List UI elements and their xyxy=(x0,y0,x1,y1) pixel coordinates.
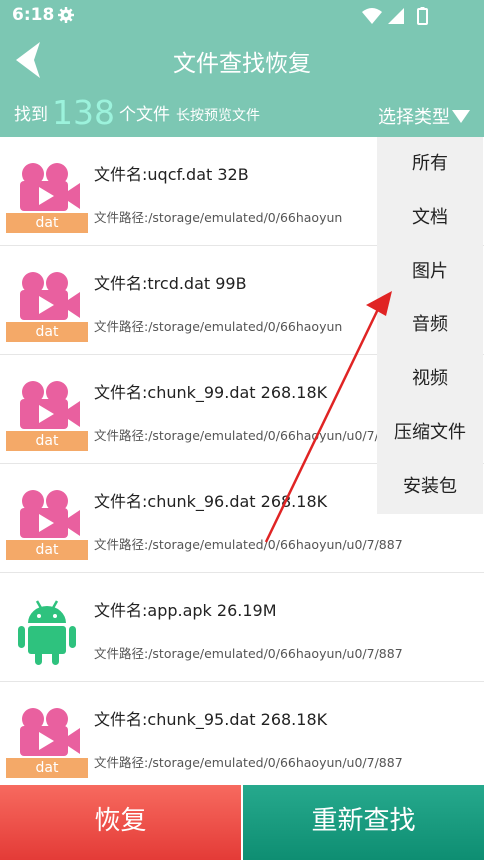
file-name: 文件名:chunk_95.dat 268.18K xyxy=(94,710,328,729)
bottom-action-bar: 恢复 重新查找 xyxy=(0,785,484,860)
menu-item-archives[interactable]: 压缩文件 xyxy=(377,406,483,460)
video-file-icon: dat xyxy=(6,486,88,560)
file-path: 文件路径:/storage/emulated/0/66haoyun/u0/7/8… xyxy=(94,755,403,770)
found-suffix: 个文件 xyxy=(119,105,170,125)
video-file-icon: dat xyxy=(6,704,88,778)
video-file-icon: dat xyxy=(6,268,88,342)
settings-status-icon xyxy=(58,7,74,23)
file-path: 文件路径:/storage/emulated/0/66haoyun xyxy=(94,210,343,225)
found-prefix: 找到 xyxy=(14,105,48,125)
file-type-tag: dat xyxy=(6,213,88,233)
file-path: 文件路径:/storage/emulated/0/66haoyun xyxy=(94,319,343,334)
file-name: 文件名:chunk_99.dat 268.18K xyxy=(94,383,328,402)
type-select-button[interactable]: 选择类型 xyxy=(378,103,470,129)
android-icon xyxy=(6,595,88,669)
preview-hint: 长按预览文件 xyxy=(176,108,260,124)
signal-icon xyxy=(388,8,404,24)
app-header: 6:18 文件查找恢复 找到 138 个文件 长按预览文件 选择类型 xyxy=(0,0,484,137)
file-path: 文件路径:/storage/emulated/0/66haoyun/u0/7/8… xyxy=(94,646,403,661)
file-type-tag: dat xyxy=(6,322,88,342)
dropdown-triangle-icon xyxy=(452,109,470,123)
menu-item-video[interactable]: 视频 xyxy=(377,352,483,406)
file-type-tag: dat xyxy=(6,431,88,451)
type-dropdown-menu: 所有 文档 图片 音频 视频 压缩文件 安装包 xyxy=(377,137,483,514)
menu-item-images[interactable]: 图片 xyxy=(377,245,483,299)
found-count: 138 xyxy=(52,93,115,132)
rescan-button[interactable]: 重新查找 xyxy=(243,785,484,860)
page-title: 文件查找恢复 xyxy=(173,51,311,77)
restore-button[interactable]: 恢复 xyxy=(0,785,241,860)
status-time: 6:18 xyxy=(12,5,55,25)
wifi-icon xyxy=(362,8,382,24)
file-name: 文件名:trcd.dat 99B xyxy=(94,274,247,293)
file-name: 文件名:app.apk 26.19M xyxy=(94,601,277,620)
menu-item-documents[interactable]: 文档 xyxy=(377,191,483,245)
battery-icon xyxy=(417,8,428,25)
menu-item-apk[interactable]: 安装包 xyxy=(377,460,483,514)
file-name: 文件名:chunk_96.dat 268.18K xyxy=(94,492,328,511)
file-name: 文件名:uqcf.dat 32B xyxy=(94,165,249,184)
video-file-icon: dat xyxy=(6,377,88,451)
found-summary: 找到 138 个文件 长按预览文件 xyxy=(14,93,260,132)
file-type-tag: dat xyxy=(6,540,88,560)
menu-item-audio[interactable]: 音频 xyxy=(377,298,483,352)
menu-item-all[interactable]: 所有 xyxy=(377,137,483,191)
video-file-icon: dat xyxy=(6,159,88,233)
file-path: 文件路径:/storage/emulated/0/66haoyun/u0/7/8… xyxy=(94,428,403,443)
file-path: 文件路径:/storage/emulated/0/66haoyun/u0/7/8… xyxy=(94,537,403,552)
system-status-icons xyxy=(362,7,428,25)
type-select-label: 选择类型 xyxy=(378,107,450,128)
file-row[interactable]: 文件名:app.apk 26.19M 文件路径:/storage/emulate… xyxy=(0,573,484,682)
status-bar: 6:18 xyxy=(0,0,484,32)
file-row[interactable]: dat 文件名:chunk_95.dat 268.18K 文件路径:/stora… xyxy=(0,682,484,785)
file-type-tag: dat xyxy=(6,758,88,778)
